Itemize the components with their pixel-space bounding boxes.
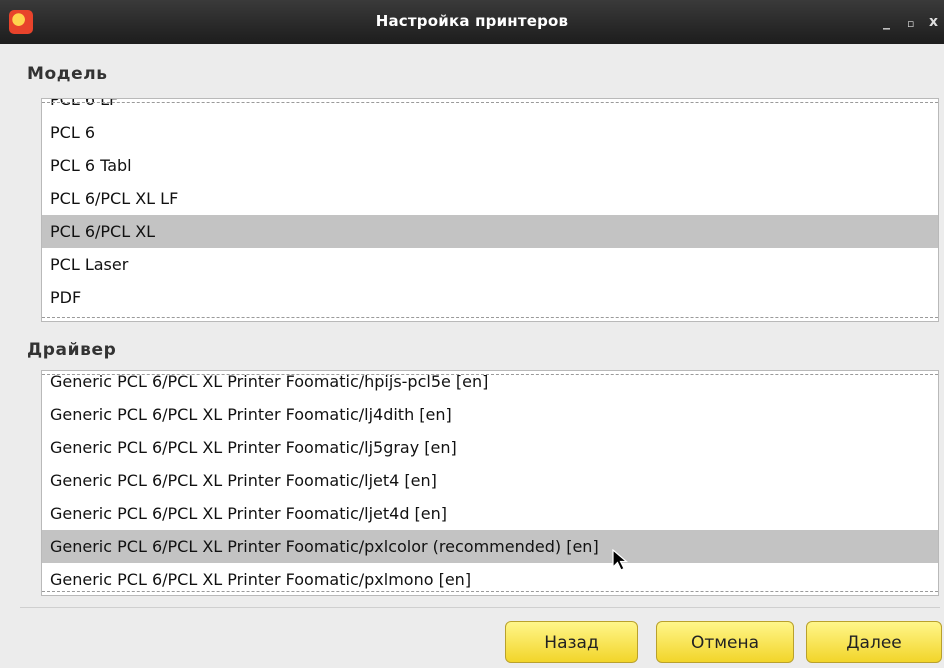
minimize-button[interactable]: _ — [883, 12, 890, 32]
model-item[interactable]: PCL Laser — [42, 248, 938, 281]
driver-label: Драйвер — [27, 340, 117, 360]
model-item[interactable]: PCL 6 — [42, 116, 938, 149]
driver-item[interactable]: Generic PCL 6/PCL XL Printer Foomatic/hp… — [42, 371, 938, 398]
window-title: Настройка принтеров — [375, 12, 569, 30]
driver-item[interactable]: Generic PCL 6/PCL XL Printer Foomatic/lj… — [42, 398, 938, 431]
model-item[interactable]: PCL 6 Tabl — [42, 149, 938, 182]
driver-item[interactable]: Generic PCL 6/PCL XL Printer Foomatic/lj… — [42, 431, 938, 464]
next-button[interactable]: Далее — [806, 621, 942, 663]
footer-separator — [20, 607, 940, 608]
model-list[interactable]: PCL 6 LF PCL 6 PCL 6 Tabl PCL 6/PCL XL L… — [41, 98, 939, 322]
driver-item[interactable]: Generic PCL 6/PCL XL Printer Foomatic/px… — [42, 563, 938, 595]
model-label: Модель — [27, 64, 108, 84]
model-item[interactable]: PCL 6/PCL XL LF — [42, 182, 938, 215]
back-button[interactable]: Назад — [505, 621, 638, 663]
model-item[interactable]: PCL 6 LF — [42, 99, 938, 116]
driver-item-selected[interactable]: Generic PCL 6/PCL XL Printer Foomatic/px… — [42, 530, 938, 563]
title-bar: Настройка принтеров _ ▫ x — [0, 0, 944, 44]
driver-item[interactable]: Generic PCL 6/PCL XL Printer Foomatic/lj… — [42, 497, 938, 530]
cancel-button[interactable]: Отмена — [656, 621, 794, 663]
maximize-button[interactable]: ▫ — [907, 14, 914, 34]
model-item-selected[interactable]: PCL 6/PCL XL — [42, 215, 938, 248]
driver-list[interactable]: Generic PCL 6/PCL XL Printer Foomatic/hp… — [41, 370, 939, 596]
driver-item[interactable]: Generic PCL 6/PCL XL Printer Foomatic/lj… — [42, 464, 938, 497]
mouse-cursor-icon — [612, 549, 629, 571]
close-button[interactable]: x — [929, 12, 938, 32]
model-item[interactable]: PDF — [42, 281, 938, 314]
